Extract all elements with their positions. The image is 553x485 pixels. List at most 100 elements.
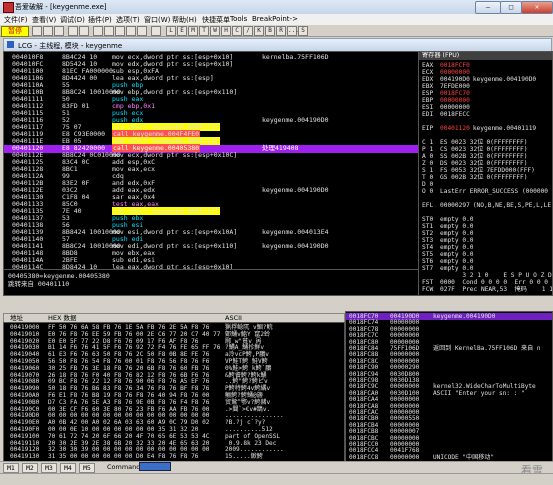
disassembly-pane[interactable]: 004010F8 8B4C24 10 mov ecx,dword ptr ss:[e…: [3, 51, 419, 270]
register-value: empty 0.0: [440, 223, 474, 230]
register-row[interactable]: D 0: [422, 181, 443, 188]
register-row[interactable]: ST5 empty 0.0: [422, 251, 477, 258]
tab-m2[interactable]: M2: [22, 463, 38, 473]
toolbar-btn-c[interactable]: C: [232, 26, 242, 36]
info-line-1: 00405380=keygenme.00405380: [8, 272, 110, 280]
menu-file[interactable]: 文件(F): [4, 15, 28, 25]
command-input[interactable]: [139, 462, 171, 471]
register-row[interactable]: T 0 GS 002B 32位 0(FFFFFFFF): [422, 174, 527, 181]
register-note: 0(FFFFFFFF): [486, 160, 528, 167]
close-program-icon[interactable]: [54, 26, 64, 36]
register-name: EDX: [422, 76, 434, 83]
toolbar-btn-m[interactable]: M: [188, 26, 198, 36]
tab-m1[interactable]: M1: [3, 463, 19, 473]
registers-header: 寄存器 (FPU): [419, 52, 552, 60]
register-row[interactable]: ST4 empty 0.0: [422, 244, 477, 251]
tab-m5[interactable]: M5: [79, 463, 95, 473]
run-icon[interactable]: [68, 26, 78, 36]
toolbar-btn-l[interactable]: L: [166, 26, 176, 36]
register-row[interactable]: [422, 209, 443, 216]
register-value: 00000000: [440, 69, 470, 76]
register-row[interactable]: FCW 027F Prec NEAR,53 掩码 1 1: [422, 286, 552, 293]
register-row[interactable]: O 0 LastErr ERROR_SUCCESS (000000: [422, 188, 551, 195]
register-row[interactable]: P 1 CS 0023 32位 0(FFFFFFFF): [422, 146, 527, 153]
register-row[interactable]: ST7 empty 0.0: [422, 265, 477, 272]
pause-icon[interactable]: [79, 26, 89, 36]
register-row[interactable]: A 0 SS 002B 32位 0(FFFFFFFF): [422, 153, 527, 160]
toolbar-btn-slash[interactable]: /: [243, 26, 253, 36]
minimize-button[interactable]: —: [475, 1, 501, 14]
menu-options[interactable]: 选项(T): [116, 15, 140, 25]
register-value: empty 0.0: [440, 237, 474, 244]
register-row[interactable]: EBP 00000000: [422, 97, 473, 104]
register-row[interactable]: [422, 118, 443, 125]
register-row[interactable]: ESI 00000000: [422, 104, 473, 111]
restart-icon[interactable]: [43, 26, 53, 36]
dump-header-hex: HEX 数据: [48, 314, 77, 322]
maximize-button[interactable]: □: [500, 1, 522, 14]
register-row[interactable]: ECX 00000000: [422, 69, 473, 76]
register-row[interactable]: Z 0 DS 0023 32位 0(FFFFFFFF): [422, 160, 527, 167]
tab-m4[interactable]: M4: [60, 463, 76, 473]
register-row[interactable]: [422, 195, 443, 202]
register-row[interactable]: FST 0000 Cond 0 0 0 0 Err 0 0 0 0: [422, 279, 552, 286]
toolbar-btn-h[interactable]: H: [221, 26, 231, 36]
register-row[interactable]: ST6 empty 0.0: [422, 258, 477, 265]
registers-pane[interactable]: 寄存器 (FPU) EAX 0018FCF0 ECX 00000000 EDX 00419…: [418, 51, 553, 296]
close-button[interactable]: ✕: [521, 1, 553, 14]
trace-into-icon[interactable]: [115, 26, 125, 36]
menu-window[interactable]: 窗口(W): [144, 15, 170, 25]
register-value: 0018FECC: [440, 111, 470, 118]
toolbar-btn-t[interactable]: T: [199, 26, 209, 36]
register-name: EBX: [422, 83, 434, 90]
open-icon[interactable]: [32, 26, 42, 36]
register-value: empty 0.0: [440, 265, 474, 272]
toolbar-btn-b[interactable]: B: [265, 26, 275, 36]
menu-plugins[interactable]: 插件(P): [88, 15, 112, 25]
menu-view[interactable]: 查看(V): [32, 15, 56, 25]
menu-shortcut[interactable]: 快捷菜单: [202, 15, 230, 25]
toolbar: 暂停 L E M T W H C / K B R ... S: [0, 25, 553, 37]
toolbar-btn-r[interactable]: R: [276, 26, 286, 36]
register-row[interactable]: ST0 empty 0.0: [422, 216, 477, 223]
register-row[interactable]: ST2 empty 0.0: [422, 230, 477, 237]
execute-till-return-icon[interactable]: [137, 26, 147, 36]
register-row[interactable]: 3 2 1 0 E S P U O Z D: [422, 272, 552, 279]
register-row[interactable]: ST1 empty 0.0: [422, 223, 477, 230]
register-name: P 1: [422, 146, 434, 153]
register-row[interactable]: EDI 0018FECC: [422, 111, 473, 118]
register-value: LastErr ERROR_SUCCESS (000000: [440, 188, 549, 195]
stack-pane[interactable]: 0018FC70 004190D0 keygenme.004190D0 0018FC7…: [345, 311, 553, 462]
register-row[interactable]: EDX 004190D0 keygenme.004190D0: [422, 76, 536, 83]
command-label: Command:: [107, 463, 143, 471]
dump-row[interactable]: 00419130 31 35 00 00 00 00 00 00 D0 E4 F8…: [4, 453, 344, 460]
trace-over-icon[interactable]: [126, 26, 136, 36]
register-row[interactable]: ST3 empty 0.0: [422, 237, 477, 244]
register-name: ST0: [422, 216, 434, 223]
register-row[interactable]: ESP 0018FC70: [422, 90, 473, 97]
toolbar-btn-k[interactable]: K: [254, 26, 264, 36]
register-row[interactable]: [422, 132, 443, 139]
register-note: 0(FFFFFFFF): [486, 139, 528, 146]
register-row[interactable]: EIP 00401120 keygenme.00401119: [422, 125, 536, 132]
cpu-window-title-bar: LCG - 主线程, 模块 - keygenme: [3, 38, 552, 52]
toolbar-btn-e[interactable]: E: [177, 26, 187, 36]
register-row[interactable]: EAX 0018FCF0: [422, 62, 473, 69]
toolbar-btn-more[interactable]: ...: [287, 26, 299, 36]
step-over-icon[interactable]: [104, 26, 114, 36]
menu-breakpoint[interactable]: BreakPoint->: [252, 15, 298, 23]
menu-help[interactable]: 帮助(H): [172, 15, 197, 25]
toolbar-btn-w[interactable]: W: [210, 26, 220, 36]
memory-dump-pane[interactable]: 00419000 FF 50 76 6A 58 FB 76 1E 5A FB 76…: [3, 322, 345, 462]
register-row[interactable]: EFL 00000297 (NO,B,NE,BE,S,PE,L,LE): [422, 202, 552, 209]
register-row[interactable]: S 1 FS 0053 32位 7EFDD000(FFF): [422, 167, 535, 174]
goto-icon[interactable]: [151, 26, 161, 36]
tab-m3[interactable]: M3: [41, 463, 57, 473]
register-row[interactable]: EBX 7EFDE000: [422, 83, 473, 90]
toolbar-btn-s[interactable]: S: [298, 26, 308, 36]
register-row[interactable]: C 1 ES 0023 32位 0(FFFFFFFF): [422, 139, 527, 146]
menu-tools[interactable]: Tools: [230, 15, 247, 23]
register-name: EAX: [422, 62, 434, 69]
step-into-icon[interactable]: [93, 26, 103, 36]
menu-debug[interactable]: 调试(D): [60, 15, 85, 25]
